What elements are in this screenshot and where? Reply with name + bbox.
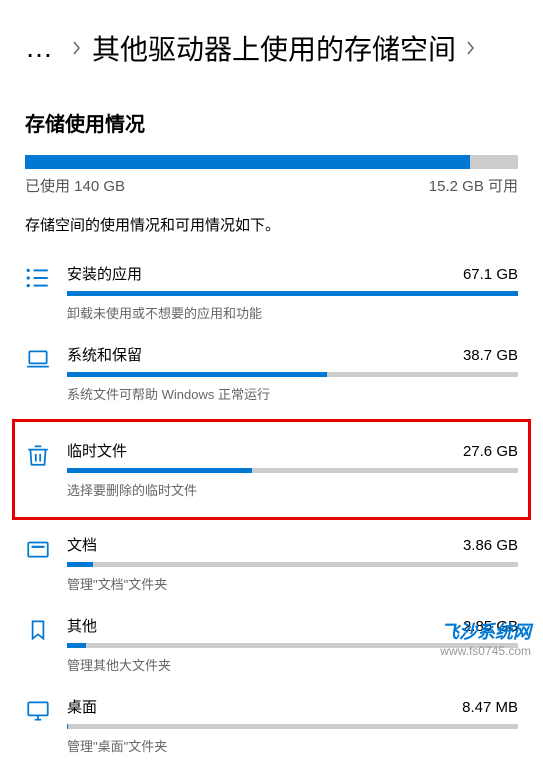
category-desc: 选择要删除的临时文件 (67, 480, 518, 499)
breadcrumb[interactable]: … 其他驱动器上使用的存储空间 (0, 0, 543, 92)
category-desc: 管理"文档"文件夹 (67, 574, 518, 593)
chevron-right-icon (466, 40, 476, 56)
category-bar-fill (67, 562, 93, 567)
category-bar (67, 724, 518, 729)
category-size: 3.86 GB (463, 537, 518, 554)
free-label: 15.2 GB 可用 (429, 175, 518, 196)
category-size: 67.1 GB (463, 266, 518, 283)
category-bar (67, 468, 518, 473)
category-item[interactable]: 安装的应用 67.1 GB 卸载未使用或不想要的应用和功能 (25, 253, 518, 334)
category-item[interactable]: 文档 3.86 GB 管理"文档"文件夹 (25, 524, 518, 605)
category-bar-fill (67, 291, 518, 296)
category-content: 桌面 8.47 MB 管理"桌面"文件夹 (67, 696, 518, 755)
apps-list-icon (25, 265, 51, 291)
laptop-icon (25, 346, 51, 372)
category-bar (67, 291, 518, 296)
category-desc: 管理"桌面"文件夹 (67, 736, 518, 755)
category-size: 38.7 GB (463, 347, 518, 364)
document-icon (25, 536, 51, 562)
storage-main-bar-fill (25, 155, 470, 169)
watermark-url: www.fs0745.com (440, 644, 531, 658)
storage-subtitle: 存储空间的使用情况和可用情况如下。 (0, 196, 543, 253)
category-name: 临时文件 (67, 440, 127, 461)
category-bar-fill (67, 372, 327, 377)
category-name: 其他 (67, 615, 97, 636)
category-bar-fill (67, 468, 252, 473)
chevron-right-icon (72, 40, 82, 56)
category-desc: 卸载未使用或不想要的应用和功能 (67, 303, 518, 322)
category-content: 临时文件 27.6 GB 选择要删除的临时文件 (67, 440, 518, 499)
category-item[interactable]: 桌面 8.47 MB 管理"桌面"文件夹 (25, 686, 518, 767)
category-content: 系统和保留 38.7 GB 系统文件可帮助 Windows 正常运行 (67, 344, 518, 403)
section-title: 存储使用情况 (0, 92, 543, 155)
category-desc: 系统文件可帮助 Windows 正常运行 (67, 384, 518, 403)
category-size: 27.6 GB (463, 443, 518, 460)
category-name: 桌面 (67, 696, 97, 717)
watermark-title: 飞沙系统网 (440, 618, 531, 644)
storage-main-bar (25, 155, 518, 169)
category-bar (67, 562, 518, 567)
category-item[interactable]: 系统和保留 38.7 GB 系统文件可帮助 Windows 正常运行 (25, 334, 518, 415)
category-item[interactable]: 临时文件 27.6 GB 选择要删除的临时文件 (12, 419, 531, 520)
category-name: 系统和保留 (67, 344, 142, 365)
watermark: 飞沙系统网 www.fs0745.com (440, 618, 531, 658)
breadcrumb-dots[interactable]: … (25, 32, 54, 64)
trash-icon (25, 442, 51, 468)
category-name: 文档 (67, 534, 97, 555)
category-name: 安装的应用 (67, 263, 142, 284)
category-content: 文档 3.86 GB 管理"文档"文件夹 (67, 534, 518, 593)
bookmark-icon (25, 617, 51, 643)
breadcrumb-title: 其他驱动器上使用的存储空间 (92, 28, 456, 68)
used-label: 已使用 140 GB (25, 175, 125, 196)
desktop-icon (25, 698, 51, 724)
category-list: 安装的应用67.1 GB卸载未使用或不想要的应用和功能系统和保留38.7 GB系… (0, 253, 543, 767)
category-bar (67, 372, 518, 377)
category-bar-fill (67, 643, 86, 648)
storage-stats: 已使用 140 GB 15.2 GB 可用 (0, 169, 543, 196)
category-content: 安装的应用 67.1 GB 卸载未使用或不想要的应用和功能 (67, 263, 518, 322)
category-size: 8.47 MB (462, 699, 518, 716)
